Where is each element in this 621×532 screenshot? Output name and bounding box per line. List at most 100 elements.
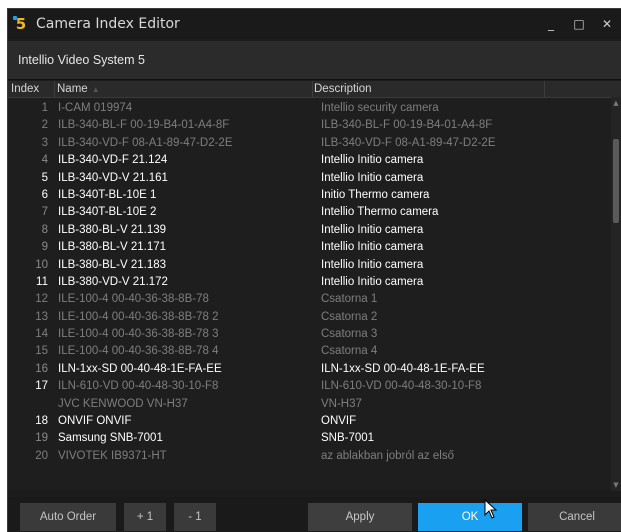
row-index: 8 [41,223,48,236]
row-description[interactable]: ONVIF [321,413,611,430]
button-bar: Auto Order + 1 - 1 Apply OK Cancel [8,497,621,532]
table-row[interactable]: 4 ILB-340-VD-F 21.124 Intellio Initio came… [8,152,612,169]
row-index: 20 [35,449,48,462]
window-controls: _ □ ✕ [537,9,621,39]
table-row[interactable]: 13 ILE-100-4 00-40-36-38-8B-78 2 Csatorna … [8,309,612,326]
row-description[interactable]: ILN-1xx-SD 00-40-48-1E-FA-EE [321,361,611,378]
row-index: 17 [35,380,48,393]
table-header: Index Name ▲ Description [8,81,621,98]
scroll-thumb[interactable] [613,139,619,223]
row-name: ILB-340-VD-F 08-A1-89-47-D2-2E [58,136,233,149]
column-header-description-label: Description [314,83,372,95]
minimize-button[interactable]: _ [537,9,565,39]
table-row[interactable]: 8 ILB-380-BL-V 21.139 Intellio Initio came… [8,222,612,239]
camera-table: Index Name ▲ Description 1 I-CAM 019974 Int… [8,81,621,491]
table-row[interactable]: 17 ILN-610-VD 00-40-48-30-10-F8 ILN-610-VD… [8,378,612,395]
table-row[interactable]: 15 ILE-100-4 00-40-36-38-8B-78 4 Csatorna … [8,343,612,360]
row-index: 5 [41,171,48,184]
row-index: 13 [35,310,48,323]
table-row[interactable]: 1 I-CAM 019974 Intellio security camera [8,100,612,117]
row-name: ILE-100-4 00-40-36-38-8B-78 4 [58,345,219,358]
column-separator[interactable] [54,81,55,97]
table-row[interactable]: 12 ILE-100-4 00-40-36-38-8B-78 Csatorna 1 [8,291,612,308]
row-name: ILN-610-VD 00-40-48-30-10-F8 [58,380,219,393]
table-row[interactable]: 2 ILB-340-BL-F 00-19-B4-01-A4-8F ILB-340-B… [8,117,612,134]
close-button[interactable]: ✕ [593,9,621,39]
title-bar[interactable]: 5 Camera Index Editor _ □ ✕ [8,9,621,39]
row-index: 7 [41,206,48,219]
app-logo-icon: 5 [13,15,28,33]
row-name: ILE-100-4 00-40-36-38-8B-78 3 [58,328,219,341]
row-description[interactable]: Intellio Initio camera [321,170,611,187]
row-description[interactable]: Csatorna 1 [321,291,611,308]
row-index: 4 [41,154,48,167]
table-row[interactable]: 7 ILB-340T-BL-10E 2 Intellio Thermo camera [8,204,612,221]
row-name: ILB-380-VD-V 21.172 [58,275,168,288]
sort-arrow-icon: ▲ [91,85,100,94]
row-name: ILE-100-4 00-40-36-38-8B-78 2 [58,310,219,323]
row-index: 12 [35,293,48,306]
table-row[interactable]: 14 ILE-100-4 00-40-36-38-8B-78 3 Csatorna … [8,326,612,343]
row-description[interactable]: ILB-340-VD-F 08-A1-89-47-D2-2E [321,135,611,152]
column-separator[interactable] [312,81,313,97]
vertical-scrollbar[interactable]: ▲ ▼ [611,97,621,491]
table-row[interactable]: 9 ILB-380-BL-V 21.171 Intellio Initio came… [8,239,612,256]
column-header-index[interactable]: Index [11,82,51,97]
table-row[interactable]: 18 ONVIF ONVIF ONVIF [8,413,612,430]
move-up-button[interactable]: + 1 [124,503,166,531]
table-row[interactable]: 16 ILN-1xx-SD 00-40-48-1E-FA-EE ILN-1xx-SD… [8,361,612,378]
table-row[interactable]: 6 ILB-340T-BL-10E 1 Initio Thermo camera [8,187,612,204]
row-description[interactable]: ILN-610-VD 00-40-48-30-10-F8 [321,378,611,395]
maximize-button[interactable]: □ [565,9,593,39]
row-description[interactable]: Csatorna 4 [321,343,611,360]
row-name: ILB-340-VD-F 21.124 [58,154,168,167]
table-row[interactable]: 20 VIVOTEK IB9371-HT az ablakban jobról az… [8,448,612,465]
system-name: Intellio Video System 5 [18,53,145,67]
row-description[interactable]: VN-H37 [321,396,611,413]
row-description[interactable]: Intellio security camera [321,100,611,117]
apply-button[interactable]: Apply [308,503,412,531]
row-name: ILB-380-BL-V 21.139 [58,223,167,236]
auto-order-button[interactable]: Auto Order [20,503,116,531]
row-index: 16 [35,362,48,375]
row-name: ILN-1xx-SD 00-40-48-1E-FA-EE [58,362,222,375]
table-row[interactable]: 19 Samsung SNB-7001 SNB-7001 [8,430,612,447]
row-description[interactable]: az ablakban jobról az első [321,448,611,465]
cancel-button[interactable]: Cancel [528,503,621,531]
table-row[interactable]: 5 ILB-340-VD-V 21.161 Intellio Initio came… [8,170,612,187]
move-down-button[interactable]: - 1 [174,503,216,531]
camera-index-editor-window: 5 Camera Index Editor _ □ ✕ Intellio Vid… [8,9,621,532]
row-index: 15 [35,345,48,358]
row-name: ONVIF ONVIF [58,415,132,428]
row-description[interactable]: SNB-7001 [321,430,611,447]
ok-button[interactable]: OK [418,503,522,531]
table-row[interactable]: 3 ILB-340-VD-F 08-A1-89-47-D2-2E ILB-340-V… [8,135,612,152]
table-row[interactable]: 10 ILB-380-BL-V 21.183 Intellio Initio cam… [8,257,612,274]
row-description[interactable]: Intellio Initio camera [321,239,611,256]
table-row[interactable]: 11 ILB-380-VD-V 21.172 Intellio Initio cam… [8,274,612,291]
scroll-down-icon[interactable]: ▼ [612,481,620,489]
row-description[interactable]: ILB-340-BL-F 00-19-B4-01-A4-8F [321,117,611,134]
mouse-cursor-icon [484,499,498,519]
row-description[interactable]: Intellio Initio camera [321,274,611,291]
row-description[interactable]: Csatorna 3 [321,326,611,343]
row-name: Samsung SNB-7001 [58,432,163,445]
row-description[interactable]: Intellio Initio camera [321,257,611,274]
row-index: 2 [41,119,48,132]
column-header-index-label: Index [11,83,40,95]
row-index: 19 [35,432,48,445]
row-index: 9 [41,241,48,254]
row-name: ILE-100-4 00-40-36-38-8B-78 [58,293,209,306]
column-header-description[interactable]: Description [314,82,534,97]
row-description[interactable]: Intellio Initio camera [321,222,611,239]
column-separator[interactable] [544,81,545,97]
scroll-up-icon[interactable]: ▲ [612,99,620,107]
table-row[interactable]: JVC KENWOOD VN-H37 VN-H37 [8,396,612,413]
row-index: 18 [35,415,48,428]
window-title: Camera Index Editor [36,16,180,32]
row-description[interactable]: Intellio Thermo camera [321,204,611,221]
column-header-name[interactable]: Name ▲ [57,82,307,97]
row-description[interactable]: Intellio Initio camera [321,152,611,169]
row-description[interactable]: Csatorna 2 [321,309,611,326]
row-description[interactable]: Initio Thermo camera [321,187,611,204]
